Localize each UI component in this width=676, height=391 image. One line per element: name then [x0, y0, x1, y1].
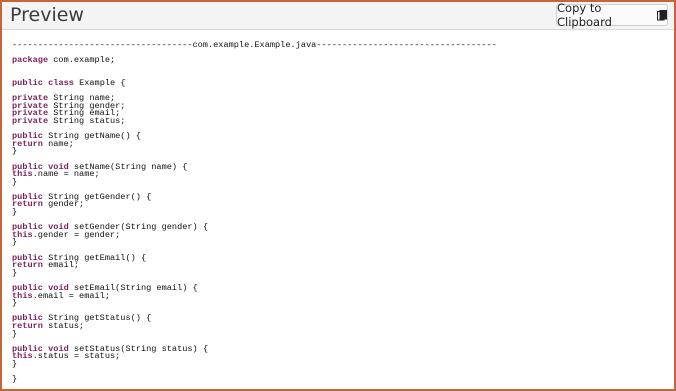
code-keyword: package — [12, 55, 49, 66]
code-text: -----------------------------------com.e… — [12, 40, 497, 50]
code-line: return gender; — [12, 199, 666, 210]
code-text: } — [12, 207, 18, 218]
code-text: } — [12, 237, 18, 248]
code-line: public class Example { — [12, 77, 666, 88]
code-text: String status; — [48, 115, 126, 126]
code-line: } — [12, 237, 666, 248]
code-text: } — [12, 267, 18, 278]
code-text: .status = status; — [32, 351, 121, 362]
code-line: public String getEmail() { — [12, 253, 666, 263]
code-text: } — [12, 374, 18, 385]
code-keyword: private — [12, 115, 49, 126]
code-preview: -----------------------------------com.e… — [12, 40, 666, 385]
code-line: return name; — [12, 138, 666, 149]
code-line: } — [12, 267, 666, 278]
code-text: } — [12, 146, 18, 157]
code-text: } — [12, 358, 18, 369]
code-line: } — [12, 298, 666, 309]
code-text: } — [12, 328, 18, 339]
code-text: email; — [42, 260, 80, 271]
code-line: } — [12, 176, 666, 187]
code-line: this.name = name; — [12, 169, 666, 180]
code-line: } — [12, 146, 666, 157]
code-line: public void setEmail(String email) { — [12, 284, 666, 293]
code-line: this.gender = gender; — [12, 229, 666, 240]
code-line: private String status; — [12, 115, 666, 126]
code-text: } — [12, 298, 18, 309]
page-title: Preview — [10, 4, 84, 26]
preview-panel: Preview Copy to Clipboard --------------… — [0, 0, 676, 391]
code-line: } — [12, 374, 666, 385]
code-line: } — [12, 328, 666, 339]
code-line: public void setName(String name) { — [12, 162, 666, 172]
copy-to-clipboard-button[interactable]: Copy to Clipboard — [556, 1, 668, 29]
code-text: com.example; — [48, 55, 116, 66]
code-line: return status; — [12, 320, 666, 331]
code-line: } — [12, 358, 666, 369]
code-line: this.status = status; — [12, 351, 666, 362]
code-text: Example { — [73, 77, 126, 88]
preview-header: Preview Copy to Clipboard — [2, 1, 674, 30]
code-line: public String getStatus() { — [12, 314, 666, 323]
code-text: .name = name; — [32, 169, 100, 180]
code-text: .gender = gender; — [32, 229, 121, 240]
copy-button-label: Copy to Clipboard — [557, 1, 612, 29]
code-line: } — [12, 207, 666, 218]
code-text: gender; — [42, 199, 85, 210]
code-text: } — [12, 176, 18, 187]
code-line: public String getName() { — [12, 132, 666, 141]
code-text: .email = email; — [32, 290, 110, 301]
code-text: name; — [42, 138, 74, 149]
code-keyword: class — [48, 77, 74, 88]
clipboard-icon — [657, 9, 667, 21]
code-text: status; — [42, 320, 85, 331]
code-line: this.email = email; — [12, 290, 666, 301]
code-line: return email; — [12, 260, 666, 271]
code-keyword: public — [12, 77, 43, 88]
code-line: -----------------------------------com.e… — [12, 40, 666, 50]
code-line: package com.example; — [12, 55, 666, 66]
code-line: public String getGender() { — [12, 193, 666, 202]
